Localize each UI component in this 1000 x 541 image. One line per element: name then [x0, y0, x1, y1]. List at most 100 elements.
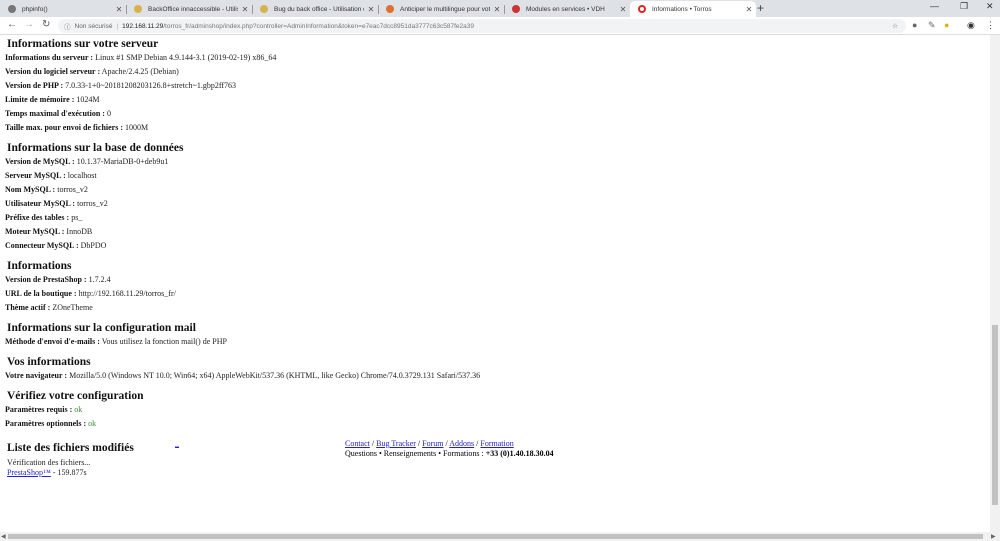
tab-title: BackOffice innaccessible - Utilisa [148, 5, 238, 13]
globe-icon [8, 5, 16, 13]
info-row: Connecteur MySQL : DbPDO [5, 239, 990, 253]
footer-link-addons[interactable]: Addons [449, 439, 474, 448]
info-icon[interactable]: ⓘ [64, 21, 71, 31]
footer-link-formation[interactable]: Formation [480, 439, 513, 448]
scroll-right-icon[interactable]: ▶ [991, 533, 996, 540]
info-label: Version de MySQL : [5, 157, 75, 166]
bookmark-star-icon[interactable]: ☆ [892, 22, 898, 30]
info-label: Paramètres optionnels : [5, 419, 87, 428]
info-value: Linux #1 SMP Debian 4.9.144-3.1 (2019-02… [95, 53, 277, 62]
info-value: ok [88, 419, 97, 428]
tab-title: phpinfo() [22, 5, 48, 13]
files-footer-line: PrestaShop™ - 159.877s [7, 468, 990, 478]
info-row: Version de PrestaShop : 1.7.2.4 [5, 273, 990, 287]
extension-coin-icon[interactable]: ● [944, 20, 949, 30]
footer-link-forum[interactable]: Forum [422, 439, 443, 448]
close-tab-icon[interactable]: ✕ [364, 5, 378, 14]
info-value: 1000M [125, 123, 149, 132]
info-row: Moteur MySQL : InnoDB [5, 225, 990, 239]
info-label: Version de PHP : [5, 81, 64, 90]
reload-icon[interactable]: ↻ [42, 19, 50, 30]
tab-title: Modules en services • VDH [526, 5, 605, 13]
restore-button[interactable]: ❐ [960, 1, 968, 12]
info-label: Votre navigateur : [5, 371, 68, 380]
horizontal-scroll-thumb[interactable] [8, 534, 983, 539]
section-heading: Informations sur la base de données [7, 142, 184, 154]
info-row: Votre navigateur : Mozilla/5.0 (Windows … [5, 369, 990, 383]
info-label: Utilisateur MySQL : [5, 199, 76, 208]
close-tab-icon[interactable]: ✕ [616, 5, 630, 14]
close-tab-icon[interactable]: ✕ [238, 5, 252, 14]
footer-questions: Questions • Renseignements • Formations … [345, 449, 486, 458]
info-value: Mozilla/5.0 (Windows NT 10.0; Win64; x64… [69, 371, 481, 380]
info-row: Préfixe des tables : ps_ [5, 211, 990, 225]
profile-icon[interactable]: ◉ [967, 20, 975, 31]
tab-title: Informations • Torros [652, 5, 712, 13]
vertical-scrollbar[interactable] [990, 35, 1000, 532]
info-label: Méthode d'envoi d'e-mails : [5, 337, 100, 346]
info-row: Serveur MySQL : localhost [5, 169, 990, 183]
vdh-icon [512, 5, 520, 13]
info-row: URL de la boutique : http://192.168.11.2… [5, 287, 990, 301]
footer-link-contact[interactable]: Contact [345, 439, 370, 448]
close-tab-icon[interactable]: ✕ [490, 5, 504, 14]
info-value: torros_v2 [57, 185, 88, 194]
info-label: Serveur MySQL : [5, 171, 66, 180]
info-value: localhost [67, 171, 97, 180]
info-row: Version du logiciel serveur : Apache/2.4… [5, 65, 990, 79]
info-value: ZOneTheme [52, 303, 93, 312]
back-icon[interactable]: ← [7, 19, 17, 30]
tab-6[interactable]: Informations • Torros ✕ [630, 1, 756, 17]
info-row: Paramètres requis : ok [5, 403, 990, 417]
prestashop-link[interactable]: PrestaShop™ [7, 468, 51, 477]
tab-5[interactable]: Modules en services • VDH ✕ [504, 1, 630, 17]
files-status: Vérification des fichiers... [7, 458, 91, 467]
scroll-left-icon[interactable]: ◀ [1, 533, 6, 540]
info-row: Nom MySQL : torros_v2 [5, 183, 990, 197]
close-window-button[interactable]: ✕ [986, 1, 994, 12]
minimize-button[interactable]: — [930, 1, 939, 11]
vertical-scroll-thumb[interactable] [992, 325, 998, 505]
horizontal-scrollbar[interactable]: ◀ ▶ [0, 532, 1000, 541]
tab-3[interactable]: Bug du back office - Utilisation d ✕ [252, 1, 379, 17]
info-row: Taille max. pour envoi de fichiers : 100… [5, 121, 990, 135]
footer-contact: Questions • Renseignements • Formations … [345, 449, 554, 459]
info-value: InnoDB [66, 227, 93, 236]
url-host: 192.168.11.29 [122, 22, 164, 30]
footer-link-bug-tracker[interactable]: Bug Tracker [376, 439, 416, 448]
new-tab-button[interactable]: + [757, 1, 764, 15]
info-row: Version de MySQL : 10.1.37-MariaDB-0+deb… [5, 155, 990, 169]
forward-icon[interactable]: → [24, 19, 34, 30]
tab-2[interactable]: BackOffice innaccessible - Utilisa ✕ [126, 1, 253, 17]
dash-link[interactable]: _ [175, 439, 179, 448]
modified-files: Vérification des fichiers... PrestaShop™ … [5, 458, 990, 478]
close-tab-icon[interactable]: ✕ [742, 5, 756, 14]
torros-icon [638, 5, 646, 13]
tab-title: Anticiper le multilingue pour vot [400, 5, 490, 13]
info-value: 1.7.2.4 [88, 275, 111, 284]
info-value: ok [74, 405, 83, 414]
info-value: 1024M [76, 95, 100, 104]
info-value: 7.0.33-1+0~20181208203126.8+stretch~1.gb… [65, 81, 237, 90]
footer-phone: +33 (0)1.40.18.30.04 [485, 449, 554, 458]
info-row: Utilisateur MySQL : torros_v2 [5, 197, 990, 211]
info-label: Limite de mémoire : [5, 95, 75, 104]
section-heading: Informations sur la configuration mail [7, 322, 196, 334]
tab-4[interactable]: Anticiper le multilingue pour vot ✕ [378, 1, 505, 17]
security-label: Non sécurisé [74, 22, 113, 30]
timing: - 159.877s [50, 468, 87, 477]
close-tab-icon[interactable]: ✕ [112, 5, 126, 14]
eyedropper-icon[interactable]: ✎ [928, 20, 936, 31]
menu-icon[interactable]: ⋮ [986, 20, 995, 31]
tab-1[interactable]: phpinfo() ✕ [0, 1, 127, 17]
tab-strip: + — ❐ ✕ phpinfo() ✕ BackOffice innaccessib… [0, 0, 1000, 17]
site-icon [386, 5, 394, 13]
info-label: Version de PrestaShop : [5, 275, 87, 284]
info-label: Version du logiciel serveur : [5, 67, 101, 76]
section-heading: Informations [7, 260, 72, 272]
info-value: 0 [106, 109, 111, 118]
address-bar[interactable]: ⓘ Non sécurisé | 192.168.11.29/torros_fr… [58, 19, 906, 33]
extension-icon[interactable]: ● [912, 20, 917, 30]
info-label: Nom MySQL : [5, 185, 56, 194]
divider: | [116, 22, 119, 30]
